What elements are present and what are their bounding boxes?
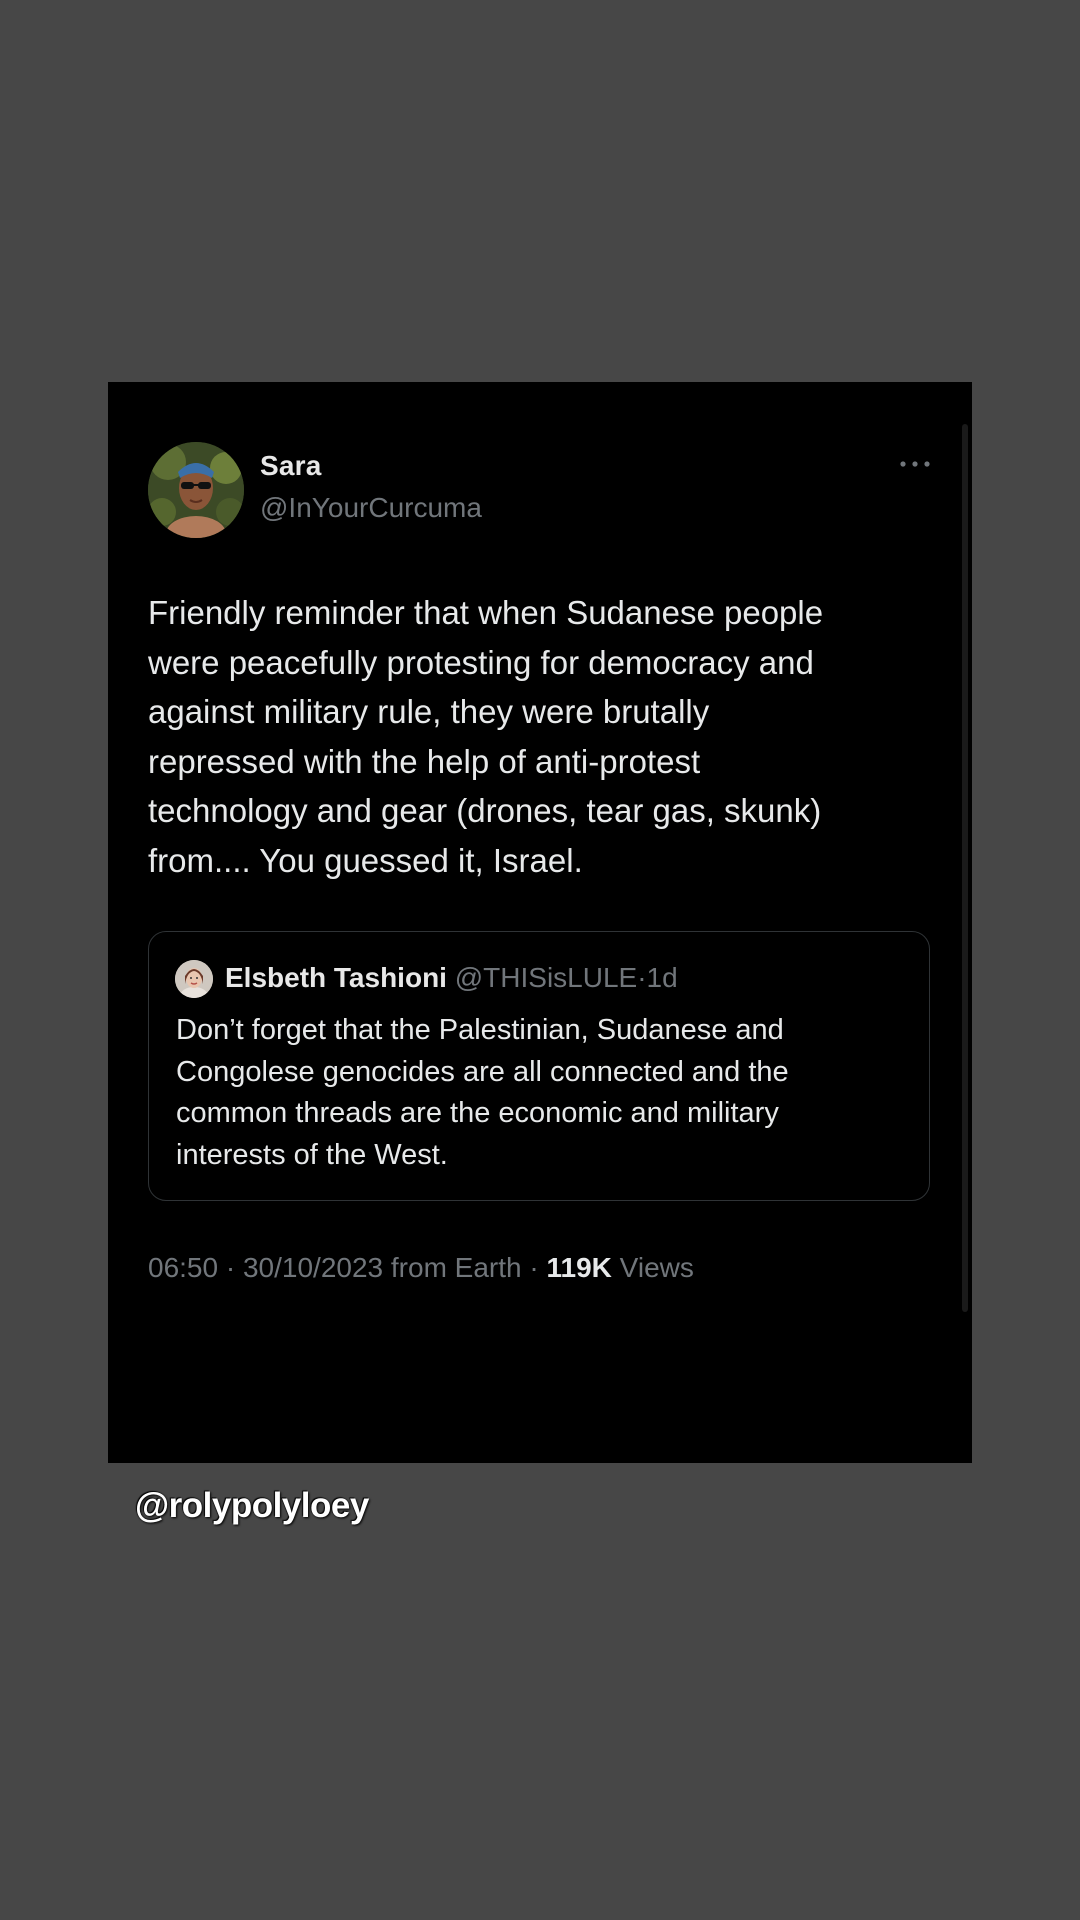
- story-page: Sara @InYourCurcuma Friendly reminder th…: [0, 0, 1080, 1920]
- quoted-tweet[interactable]: Elsbeth Tashioni @THISisLULE·1d Don’t fo…: [148, 931, 930, 1201]
- profile-photo-icon: [148, 442, 244, 538]
- scrollbar-track: [962, 424, 968, 1312]
- quoted-author-name[interactable]: Elsbeth Tashioni: [225, 962, 447, 993]
- quoted-tweet-header: Elsbeth Tashioni @THISisLULE·1d: [225, 962, 678, 994]
- quoted-separator: ·: [637, 962, 647, 993]
- quoted-profile-photo-icon: [175, 960, 213, 998]
- quoted-author-avatar[interactable]: [175, 960, 213, 998]
- watermark-username: @rolypolyloey: [135, 1486, 369, 1525]
- author-display-name[interactable]: Sara: [260, 450, 322, 482]
- quoted-tweet-time: 1d: [646, 962, 678, 993]
- quoted-tweet-text: Don’t forget that the Palestinian, Sudan…: [176, 1014, 789, 1171]
- meta-separator: ·: [529, 1252, 539, 1283]
- tweet-source: from Earth: [390, 1252, 522, 1283]
- meta-separator: ·: [225, 1252, 236, 1283]
- views-label: Views: [619, 1252, 694, 1283]
- quoted-author-handle[interactable]: @THISisLULE: [455, 962, 637, 993]
- tweet-text: Friendly reminder that when Sudanese peo…: [148, 594, 824, 879]
- tweet-date[interactable]: 30/10/2023: [243, 1252, 383, 1283]
- tweet-screenshot-card: Sara @InYourCurcuma Friendly reminder th…: [108, 382, 972, 1463]
- tweet-time[interactable]: 06:50: [148, 1252, 218, 1283]
- tweet-meta: 06:50 · 30/10/2023 from Earth · 119K Vie…: [148, 1252, 694, 1284]
- ellipsis-icon[interactable]: [898, 458, 932, 470]
- views-count[interactable]: 119K: [546, 1252, 611, 1283]
- author-handle[interactable]: @InYourCurcuma: [260, 492, 482, 524]
- author-avatar[interactable]: [148, 442, 244, 538]
